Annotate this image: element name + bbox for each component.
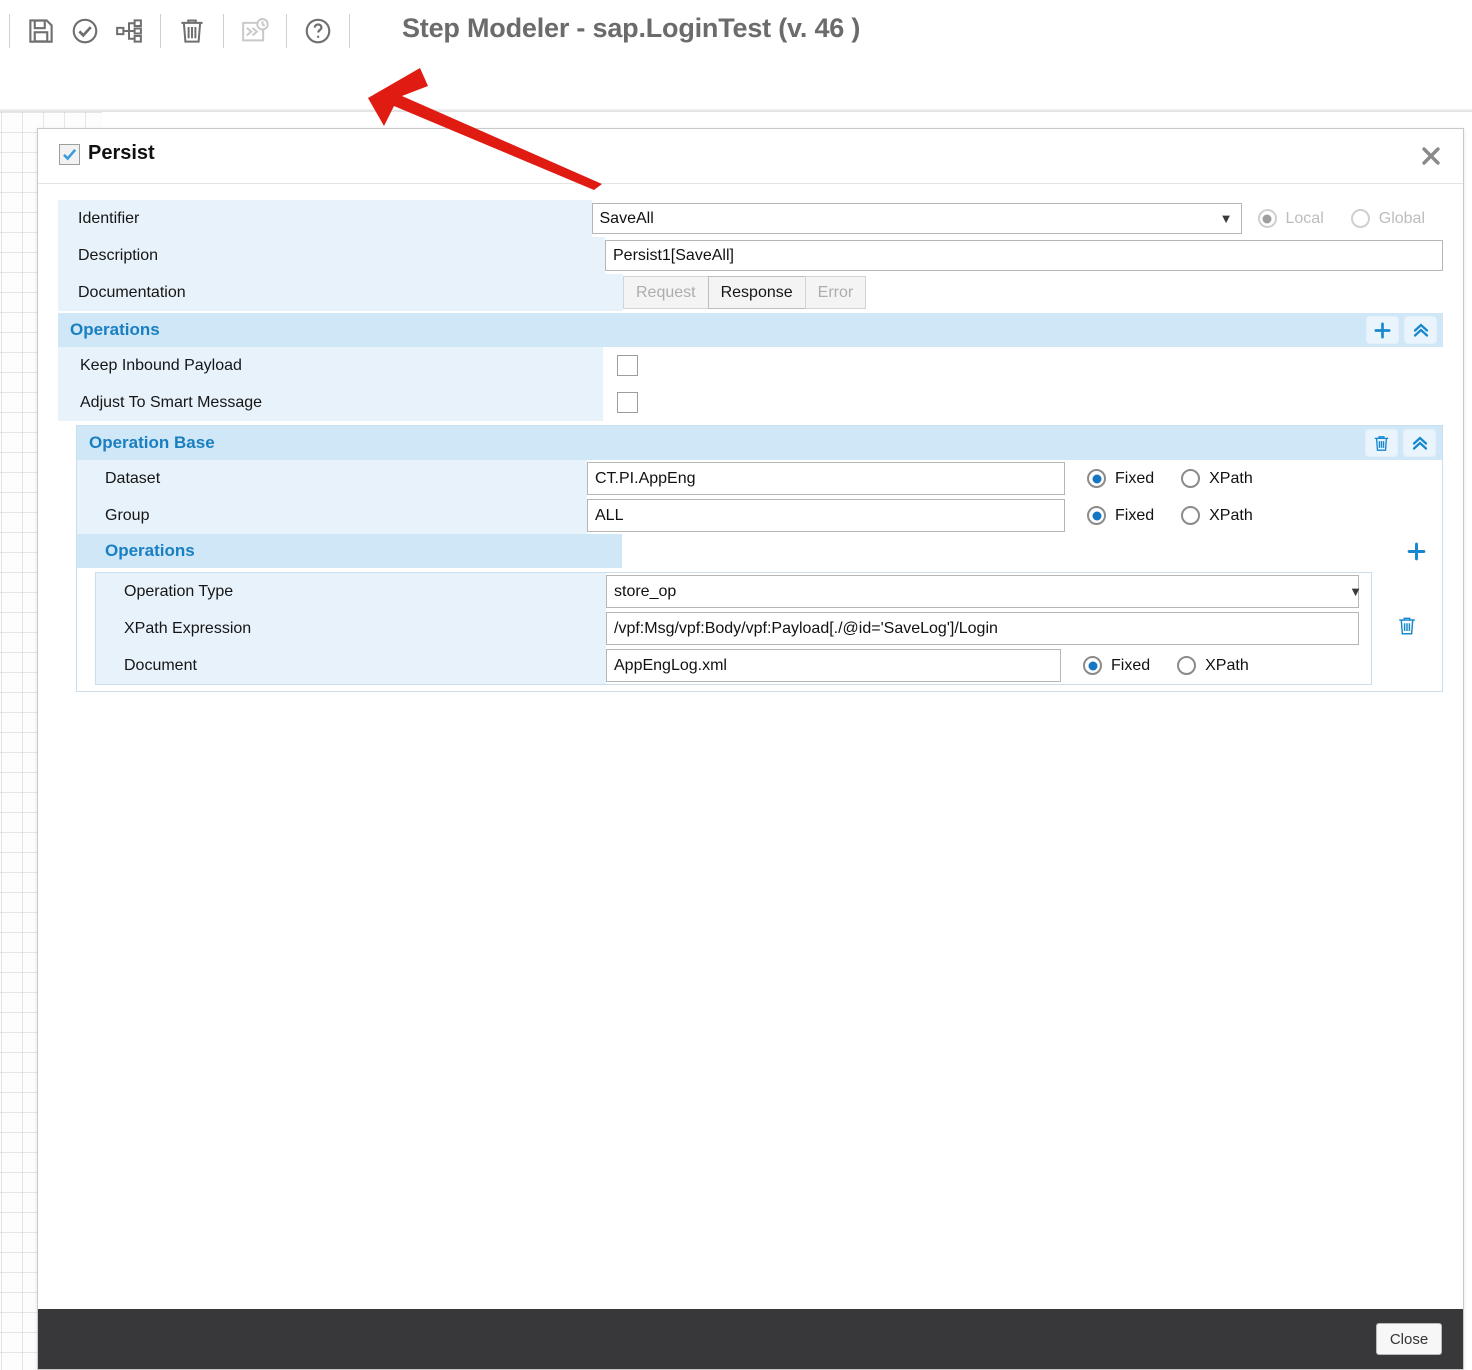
dataset-row: Dataset Fixed XPath: [77, 460, 1442, 497]
operation-delete-button[interactable]: [1396, 614, 1418, 643]
identifier-scope-radios: Local Global: [1258, 209, 1444, 228]
group-input[interactable]: [587, 499, 1065, 532]
operation-row-0: Operation Type ▼ XPath Expression: [77, 568, 1442, 691]
keep-inbound-payload-checkbox[interactable]: [617, 355, 638, 376]
scope-global-label: Global: [1379, 210, 1425, 228]
operations-section-actions: [1366, 316, 1437, 344]
operation-delete-cell: [1372, 572, 1442, 685]
delete-trash-icon[interactable]: [170, 9, 214, 53]
document-fixed-label: Fixed: [1111, 657, 1150, 675]
tab-error[interactable]: Error: [805, 276, 867, 309]
inner-operations-title: Operations: [105, 541, 195, 561]
xpath-expression-row: XPath Expression: [96, 610, 1371, 647]
identifier-label: Identifier: [58, 200, 592, 237]
dataset-fixed-radio[interactable]: [1087, 469, 1106, 488]
step-palette-toolbar: [0, 61, 1472, 112]
save-icon[interactable]: [19, 9, 63, 53]
operation-base-actions: [1365, 429, 1436, 457]
document-fixed-radio[interactable]: [1083, 656, 1102, 675]
document-input[interactable]: [606, 649, 1061, 682]
header-divider: [223, 14, 224, 48]
keep-inbound-payload-row: Keep Inbound Payload: [58, 347, 1443, 384]
header-divider: [286, 14, 287, 48]
header-divider: [9, 14, 10, 48]
close-button[interactable]: Close: [1376, 1323, 1442, 1355]
group-xpath-label: XPath: [1209, 507, 1253, 525]
description-input[interactable]: [605, 240, 1443, 271]
validate-check-icon[interactable]: [63, 9, 107, 53]
inner-operations-header: Operations: [77, 534, 1442, 568]
header-divider: [160, 14, 161, 48]
dialog-title: Persist: [88, 142, 155, 165]
dataset-mode-radios: Fixed XPath: [1087, 469, 1271, 488]
header-icon-bar: [0, 0, 359, 61]
description-label: Description: [58, 237, 605, 274]
operation-fields: Operation Type ▼ XPath Expression: [95, 572, 1372, 685]
adjust-to-smart-message-label: Adjust To Smart Message: [58, 384, 603, 421]
documentation-row: Documentation Request Response Error: [58, 274, 1443, 311]
group-mode-radios: Fixed XPath: [1087, 506, 1271, 525]
app-header: Step Modeler - sap.LoginTest (v. 46 ): [0, 0, 1472, 61]
dataset-xpath-radio[interactable]: [1181, 469, 1200, 488]
operation-type-label: Operation Type: [96, 573, 606, 610]
scope-local-radio[interactable]: [1258, 209, 1277, 228]
operation-base-delete-button[interactable]: [1365, 429, 1398, 457]
persist-enabled-checkbox[interactable]: [59, 144, 80, 165]
document-row: Document Fixed XPath: [96, 647, 1371, 684]
description-row: Description: [58, 237, 1443, 274]
group-label: Group: [77, 497, 587, 534]
page-title: Step Modeler - sap.LoginTest (v. 46 ): [402, 13, 860, 44]
tab-response[interactable]: Response: [708, 276, 806, 309]
persist-step-dialog: Persist Identifier ▼ Local Global: [37, 128, 1464, 1370]
operations-add-button[interactable]: [1366, 316, 1399, 344]
document-label: Document: [96, 647, 606, 684]
dataset-input[interactable]: [587, 462, 1065, 495]
dialog-titlebar: Persist: [38, 129, 1463, 184]
operations-section-title: Operations: [70, 320, 160, 340]
dataset-fixed-label: Fixed: [1115, 470, 1154, 488]
history-fastforward-icon[interactable]: [233, 9, 277, 53]
documentation-label: Documentation: [58, 274, 623, 311]
hierarchy-icon[interactable]: [107, 9, 151, 53]
help-question-icon[interactable]: [296, 9, 340, 53]
inner-operations-add-button[interactable]: [1400, 537, 1433, 565]
header-divider: [349, 14, 350, 48]
operation-base-panel: Operation Base: [76, 425, 1443, 692]
adjust-to-smart-message-checkbox[interactable]: [617, 392, 638, 413]
dialog-body: Identifier ▼ Local Global Description: [38, 184, 1463, 1309]
operations-collapse-button[interactable]: [1404, 316, 1437, 344]
document-xpath-label: XPath: [1205, 657, 1249, 675]
dialog-footer: Close: [38, 1309, 1463, 1369]
group-row: Group Fixed XPath: [77, 497, 1442, 534]
documentation-tabs: Request Response Error: [623, 276, 866, 309]
operation-base-collapse-button[interactable]: [1403, 429, 1436, 457]
document-xpath-radio[interactable]: [1177, 656, 1196, 675]
operation-base-header: Operation Base: [77, 426, 1442, 460]
xpath-expression-input[interactable]: [606, 612, 1359, 645]
operation-type-row: Operation Type ▼: [96, 573, 1371, 610]
identifier-select[interactable]: [592, 203, 1242, 234]
identifier-select-wrap[interactable]: ▼: [592, 203, 1242, 234]
group-xpath-radio[interactable]: [1181, 506, 1200, 525]
dataset-label: Dataset: [77, 460, 587, 497]
dataset-xpath-label: XPath: [1209, 470, 1253, 488]
operation-type-select-wrap[interactable]: ▼: [606, 575, 1371, 608]
operations-section-header: Operations: [58, 313, 1443, 347]
operation-base-title: Operation Base: [89, 433, 215, 453]
scope-global-radio[interactable]: [1351, 209, 1370, 228]
document-mode-radios: Fixed XPath: [1083, 656, 1267, 675]
xpath-expression-label: XPath Expression: [96, 610, 606, 647]
tab-request[interactable]: Request: [623, 276, 709, 309]
operation-type-select[interactable]: [606, 575, 1359, 608]
scope-local-label: Local: [1286, 210, 1324, 228]
adjust-to-smart-message-row: Adjust To Smart Message: [58, 384, 1443, 421]
keep-inbound-payload-label: Keep Inbound Payload: [58, 347, 603, 384]
group-fixed-label: Fixed: [1115, 507, 1154, 525]
identifier-row: Identifier ▼ Local Global: [58, 200, 1443, 237]
group-fixed-radio[interactable]: [1087, 506, 1106, 525]
close-icon[interactable]: [1415, 140, 1447, 172]
